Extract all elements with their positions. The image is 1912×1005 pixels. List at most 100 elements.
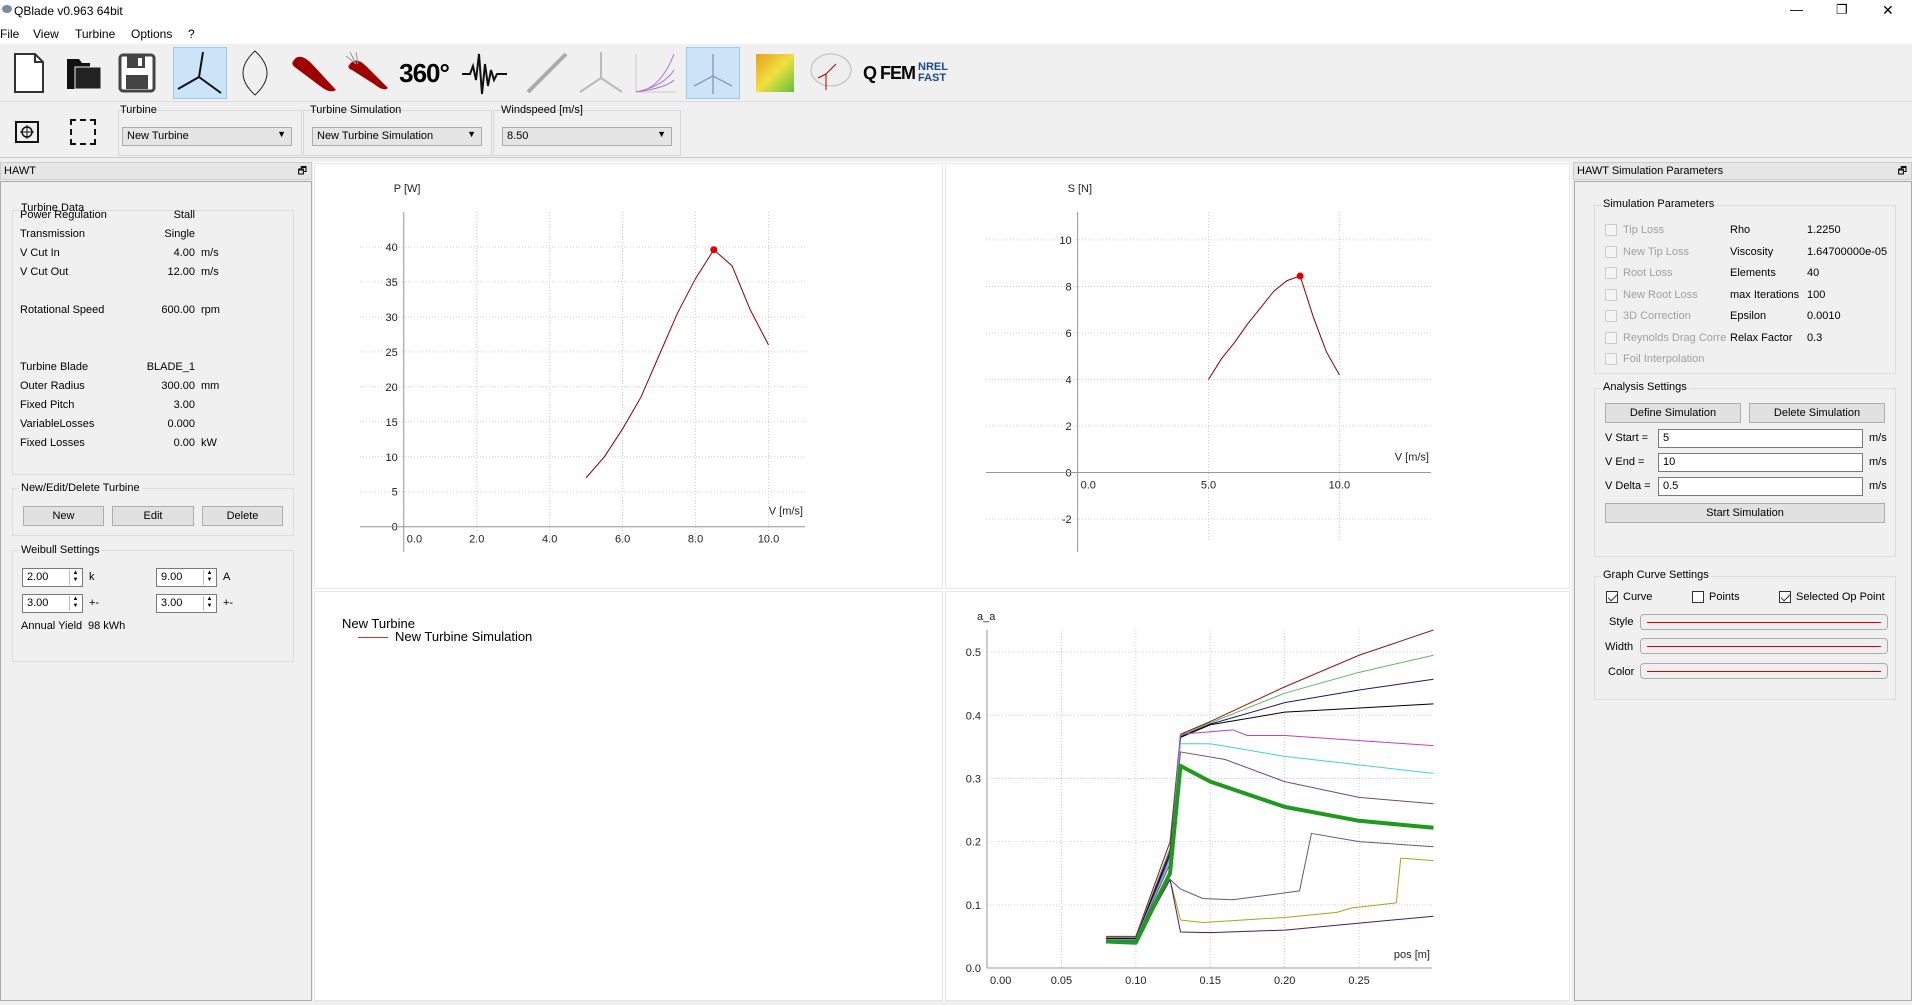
turbine-data-value: 12.00 <box>167 266 195 278</box>
delete-simulation-button[interactable]: Delete Simulation <box>1749 403 1885 423</box>
selected-op-point-label: Selected Op Point <box>1796 591 1885 603</box>
window-title: QBlade v0.963 64bit <box>14 4 123 18</box>
sim-option-label: New Root Loss <box>1623 288 1698 301</box>
y-tick-label: 2 <box>1065 421 1071 433</box>
selected-op-point-checkbox[interactable] <box>1779 591 1791 603</box>
curves-icon[interactable] <box>628 47 682 99</box>
vdelta-input[interactable]: 0.5 <box>1658 477 1863 496</box>
turbine-data-value: Stall <box>173 209 195 221</box>
y-tick-label: 10 <box>1059 235 1071 247</box>
delete-turbine-button[interactable]: Delete <box>202 506 283 526</box>
turbine-icon[interactable] <box>574 47 628 99</box>
y-tick-label: 0.1 <box>966 900 981 912</box>
hawt-turbine-icon[interactable] <box>173 47 227 99</box>
sim-option-checkbox[interactable] <box>1605 224 1617 236</box>
weibull-a-deviation-spinbox[interactable]: 3.00 ▲ ▼ <box>156 594 217 613</box>
weibull-a-spinbox[interactable]: 9.00 ▲ ▼ <box>156 568 217 587</box>
menu-view[interactable]: View <box>33 27 59 41</box>
minimize-button[interactable]: — <box>1790 2 1803 17</box>
sim-option-checkbox[interactable] <box>1605 310 1617 322</box>
chevron-down-icon: ▼ <box>657 129 666 139</box>
polar-airfoil-icon[interactable] <box>342 47 396 99</box>
x-tick-label: 0.20 <box>1274 975 1295 987</box>
y-tick-label: 8 <box>1065 281 1071 293</box>
y-axis-label: a_a <box>977 611 996 623</box>
turbulence-icon[interactable] <box>458 47 512 99</box>
x-tick-label: 0.05 <box>1051 975 1072 987</box>
rotor-icon[interactable] <box>802 47 856 99</box>
graph-curve-settings-title: Graph Curve Settings <box>1601 569 1711 581</box>
sim-option-checkbox[interactable] <box>1605 267 1617 279</box>
y-tick-label: 0.0 <box>966 963 981 975</box>
maximize-button[interactable]: ❐ <box>1836 2 1848 18</box>
turbine-data-label: Turbine Blade <box>20 361 89 373</box>
spin-arrows-icon[interactable]: ▲ ▼ <box>203 570 215 585</box>
sim-param-value: 100 <box>1807 288 1826 301</box>
weibull-title: Weibull Settings <box>19 544 102 556</box>
vawt-blade-icon[interactable] <box>228 47 282 99</box>
y-tick-label: 15 <box>386 417 398 429</box>
start-simulation-button[interactable]: Start Simulation <box>1605 503 1885 523</box>
edit-turbine-button[interactable]: Edit <box>112 506 194 526</box>
curve-color-button[interactable] <box>1640 663 1888 679</box>
sim-option-checkbox[interactable] <box>1605 331 1617 344</box>
curve-width-button[interactable] <box>1640 638 1888 654</box>
spin-arrows-icon[interactable]: ▲ ▼ <box>69 570 81 585</box>
turbine-data-unit: m/s <box>201 247 219 259</box>
simulation-select[interactable]: New Turbine Simulation ▼ <box>312 127 482 146</box>
windspeed-select[interactable]: 8.50 ▼ <box>502 127 672 146</box>
weibull-k-deviation-spinbox[interactable]: 3.00 ▲ ▼ <box>22 594 83 613</box>
vstart-input[interactable]: 5 <box>1658 429 1863 448</box>
induction-graph[interactable]: 0.00 0.05 0.10 0.15 0.20 0.25 0.0 0.1 0.2 0.3 0.4 0… <box>945 591 1570 1001</box>
x-tick-label: 10.0 <box>758 534 779 546</box>
sim-param-value: 1.2250 <box>1807 224 1841 236</box>
vend-input[interactable]: 10 <box>1658 453 1863 472</box>
curve-style-button[interactable] <box>1640 614 1888 630</box>
hawt-dock-header: HAWT 🗗 <box>0 162 312 180</box>
save-icon[interactable] <box>110 47 164 99</box>
legend-line-swatch <box>358 637 388 638</box>
airfoil-icon[interactable] <box>288 47 342 99</box>
sim-option-checkbox[interactable] <box>1605 245 1617 258</box>
menu-help[interactable]: ? <box>188 27 195 41</box>
close-button[interactable]: ✕ <box>1882 2 1894 19</box>
fit-view-icon[interactable] <box>14 120 40 144</box>
spin-arrows-icon[interactable]: ▲ ▼ <box>203 596 215 611</box>
sim-param-value: 0.3 <box>1807 331 1823 344</box>
menu-turbine[interactable]: Turbine <box>75 27 115 41</box>
undock-icon[interactable]: 🗗 <box>298 164 307 181</box>
x-tick-label: 0.0 <box>407 534 422 546</box>
nrel-fast-icon[interactable]: NREL FAST <box>918 47 978 99</box>
thrust-graph[interactable]: 0.0 5.0 10.0 -2 0 2 4 6 8 10 S [N] V [m/s] <box>945 163 1570 589</box>
zoom-selection-icon[interactable] <box>70 119 96 145</box>
windfield-icon[interactable] <box>748 47 802 99</box>
360-extrapolation-icon[interactable]: 360° <box>397 47 451 99</box>
define-simulation-button[interactable]: Define Simulation <box>1605 403 1741 423</box>
y-tick-label: 30 <box>386 312 398 324</box>
unit-label: m/s <box>1869 480 1887 492</box>
new-file-icon[interactable] <box>2 47 56 99</box>
turbine-select[interactable]: New Turbine ▼ <box>122 127 292 146</box>
spin-value: 3.00 <box>161 597 183 609</box>
power-graph[interactable]: 0.0 2.0 4.0 6.0 8.0 10.0 0 5 10 15 20 25 30 35 40 P [W]… <box>314 163 943 589</box>
spin-arrows-icon[interactable]: ▲ ▼ <box>69 596 81 611</box>
x-tick-label: 2.0 <box>469 534 484 546</box>
sim-option-checkbox[interactable] <box>1605 288 1617 301</box>
weibull-k-spinbox[interactable]: 2.00 ▲ ▼ <box>22 568 83 587</box>
open-folder-icon[interactable] <box>56 47 110 99</box>
menu-options[interactable]: Options <box>131 27 172 41</box>
blade-icon[interactable] <box>520 47 574 99</box>
sim-option-checkbox[interactable] <box>1605 353 1617 365</box>
menu-file[interactable]: File <box>0 27 19 41</box>
hawt-sim-icon[interactable] <box>686 47 740 99</box>
sim-option-label: Root Loss <box>1623 267 1673 279</box>
undock-icon[interactable]: 🗗 <box>1898 164 1907 181</box>
points-checkbox[interactable] <box>1692 591 1704 603</box>
sim-param-label: Rho <box>1730 224 1751 236</box>
turbine-data-label: Fixed Losses <box>20 437 85 449</box>
qfem-icon[interactable]: Q FEM <box>862 47 916 99</box>
new-turbine-button[interactable]: New <box>23 506 104 526</box>
curve-checkbox[interactable] <box>1606 591 1618 603</box>
sim-option-label: Reynolds Drag Corre <box>1623 331 1727 344</box>
turbine-data-label: Fixed Pitch <box>20 399 75 411</box>
